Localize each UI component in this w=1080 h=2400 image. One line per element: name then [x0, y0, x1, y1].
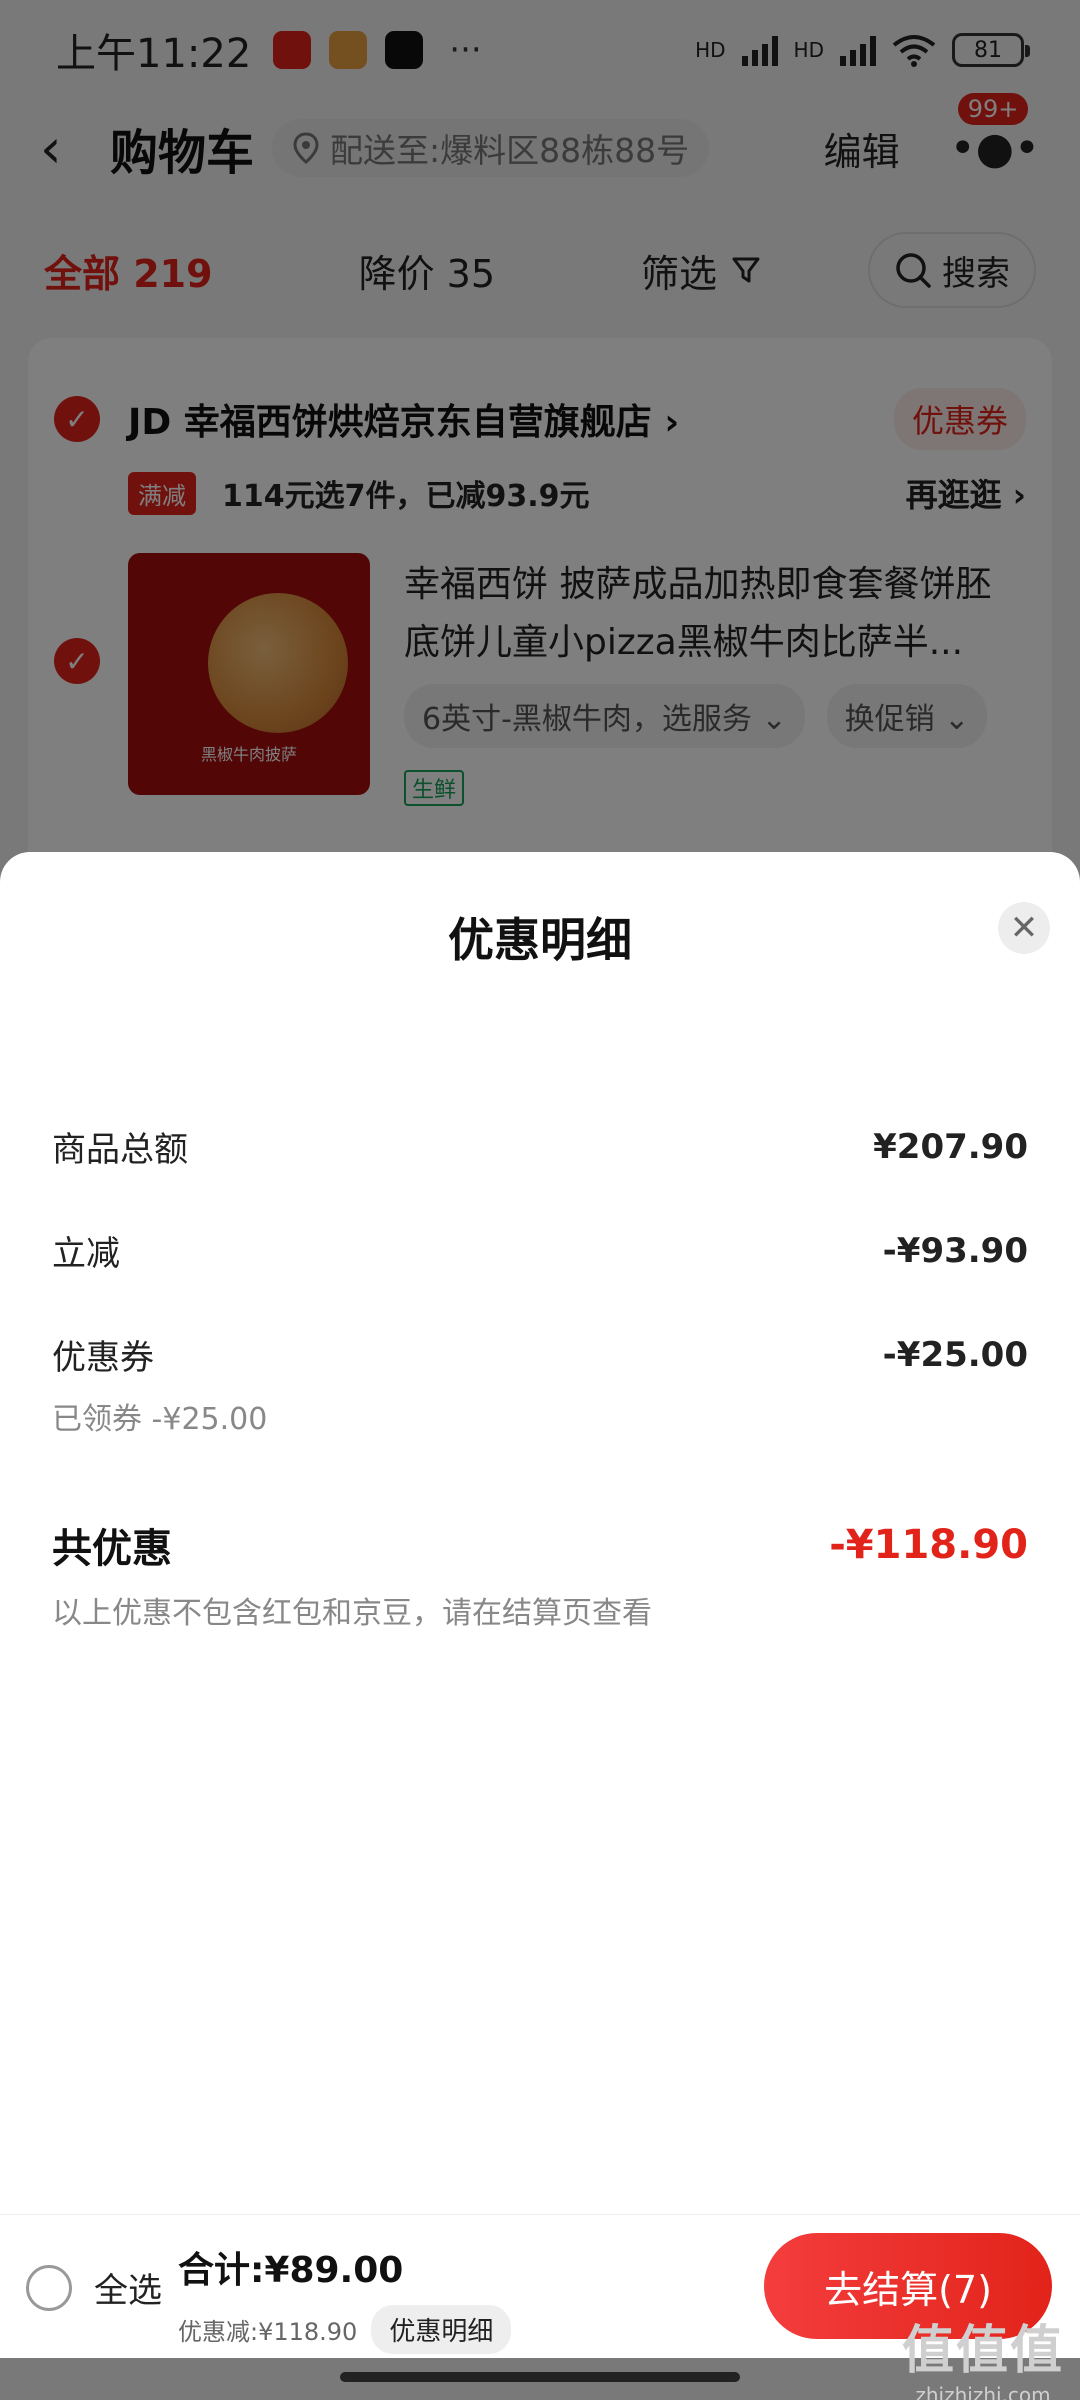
detail-label: 优惠券 [52, 1338, 154, 1378]
watermark: 值值值 zhizhizhi.com [902, 2308, 1064, 2400]
coupon-sub-detail: 已领券 -¥25.00 [52, 1402, 268, 1437]
home-indicator[interactable] [340, 2372, 740, 2382]
close-button[interactable]: ✕ [998, 902, 1050, 954]
select-all-radio[interactable] [26, 2264, 72, 2311]
select-all-toggle[interactable]: 全选 [26, 2263, 162, 2312]
saved-amount: 优惠减:¥118.90 [178, 2318, 358, 2346]
watermark-url: zhizhizhi.com [915, 2383, 1051, 2400]
close-icon: ✕ [1009, 908, 1039, 948]
total-discount-label: 共优惠 [52, 1526, 172, 1572]
detail-value: -¥25.00 [882, 1334, 1028, 1375]
discount-detail-button[interactable]: 优惠明细 [371, 2305, 512, 2354]
detail-row-coupon: 优惠券 -¥25.00 [52, 1330, 1028, 1379]
discount-detail-sheet: 优惠明细 ✕ 商品总额 ¥207.90 立减 -¥93.90 优惠券 -¥25.… [0, 852, 1080, 2214]
saved-row: 优惠减:¥118.90 优惠明细 [178, 2305, 512, 2354]
detail-row-total: 商品总额 ¥207.90 [52, 1122, 1028, 1171]
detail-row-instant: 立减 -¥93.90 [52, 1226, 1028, 1275]
detail-label: 商品总额 [52, 1130, 188, 1170]
discount-note: 以上优惠不包含红包和京豆，请在结算页查看 [52, 1596, 652, 1631]
total-discount-value: -¥118.90 [829, 1522, 1028, 1568]
detail-value: ¥207.90 [873, 1126, 1028, 1167]
detail-value: -¥93.90 [882, 1230, 1028, 1271]
sheet-title: 优惠明细 [448, 913, 632, 967]
select-all-label: 全选 [94, 2271, 162, 2311]
detail-label: 立减 [52, 1234, 120, 1274]
cart-sum: 合计:¥89.00 [178, 2250, 404, 2291]
watermark-logo: 值值值 [901, 2321, 1064, 2381]
detail-row-total-discount: 共优惠 -¥118.90 [52, 1516, 1028, 1574]
